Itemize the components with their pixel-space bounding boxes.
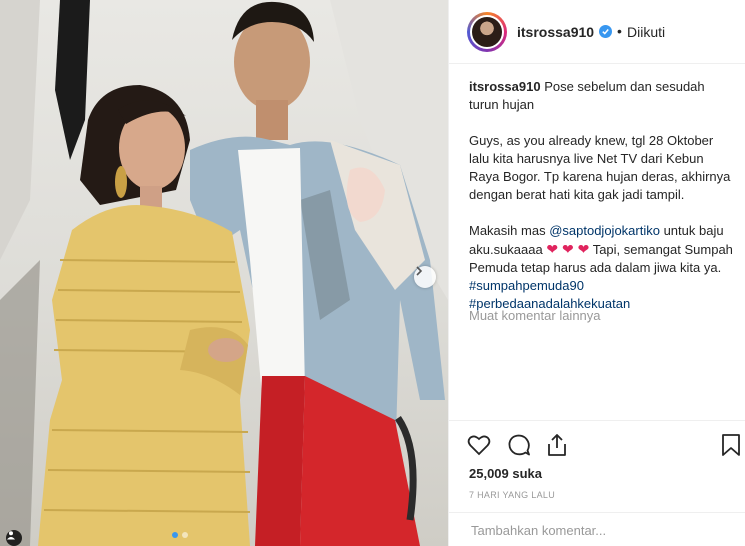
- header-username[interactable]: itsrossa910: [517, 24, 594, 40]
- heart-outline-icon: [467, 434, 491, 461]
- carousel-indicator: [172, 532, 188, 538]
- hashtag-link[interactable]: #sumpahpemuda90: [469, 278, 584, 293]
- tagged-people-button[interactable]: [6, 530, 22, 546]
- heart-emoji: ❤ ❤ ❤: [546, 241, 590, 257]
- load-more-comments-button[interactable]: Muat komentar lainnya: [469, 308, 601, 323]
- caption-username[interactable]: itsrossa910: [469, 79, 541, 94]
- like-button[interactable]: [465, 433, 493, 461]
- comment-bubble-icon: [507, 433, 531, 462]
- instagram-post: itsrossa910 • Diikuti itsrossa910 Pose s…: [0, 0, 745, 546]
- post-header: itsrossa910 • Diikuti: [449, 0, 745, 64]
- carousel-dot: [172, 532, 178, 538]
- caption-paragraph-3: Makasih mas @saptodjojokartiko untuk baj…: [469, 222, 737, 313]
- header-separator: •: [617, 23, 622, 39]
- photo-illustration: [0, 0, 448, 546]
- caption-text: Makasih mas: [469, 223, 550, 238]
- verified-badge-icon: [599, 25, 612, 38]
- carousel-dot: [182, 532, 188, 538]
- follow-status-button[interactable]: Diikuti: [627, 24, 665, 40]
- add-comment-input[interactable]: [469, 522, 713, 539]
- mention-link[interactable]: @saptodjojokartiko: [549, 223, 660, 238]
- likes-count[interactable]: 25,009 suka: [469, 466, 542, 481]
- comment-button[interactable]: [505, 433, 533, 461]
- caption-block: itsrossa910 Pose sebelum dan sesudah tur…: [469, 78, 737, 331]
- caption-first-line: itsrossa910 Pose sebelum dan sesudah tur…: [469, 78, 737, 114]
- post-photo[interactable]: [0, 0, 448, 546]
- add-comment-bar: [449, 512, 745, 546]
- post-timestamp: 7 HARI YANG LALU: [469, 490, 555, 500]
- carousel-next-button[interactable]: [414, 266, 436, 288]
- avatar: [470, 15, 504, 49]
- bookmark-icon: [721, 433, 741, 462]
- share-icon: [546, 433, 568, 462]
- save-button[interactable]: [717, 433, 745, 461]
- profile-avatar-ring[interactable]: [467, 12, 507, 52]
- share-button[interactable]: [543, 433, 571, 461]
- caption-paragraph-2: Guys, as you already knew, tgl 28 Oktobe…: [469, 133, 731, 202]
- post-side-panel: itsrossa910 • Diikuti itsrossa910 Pose s…: [448, 0, 745, 546]
